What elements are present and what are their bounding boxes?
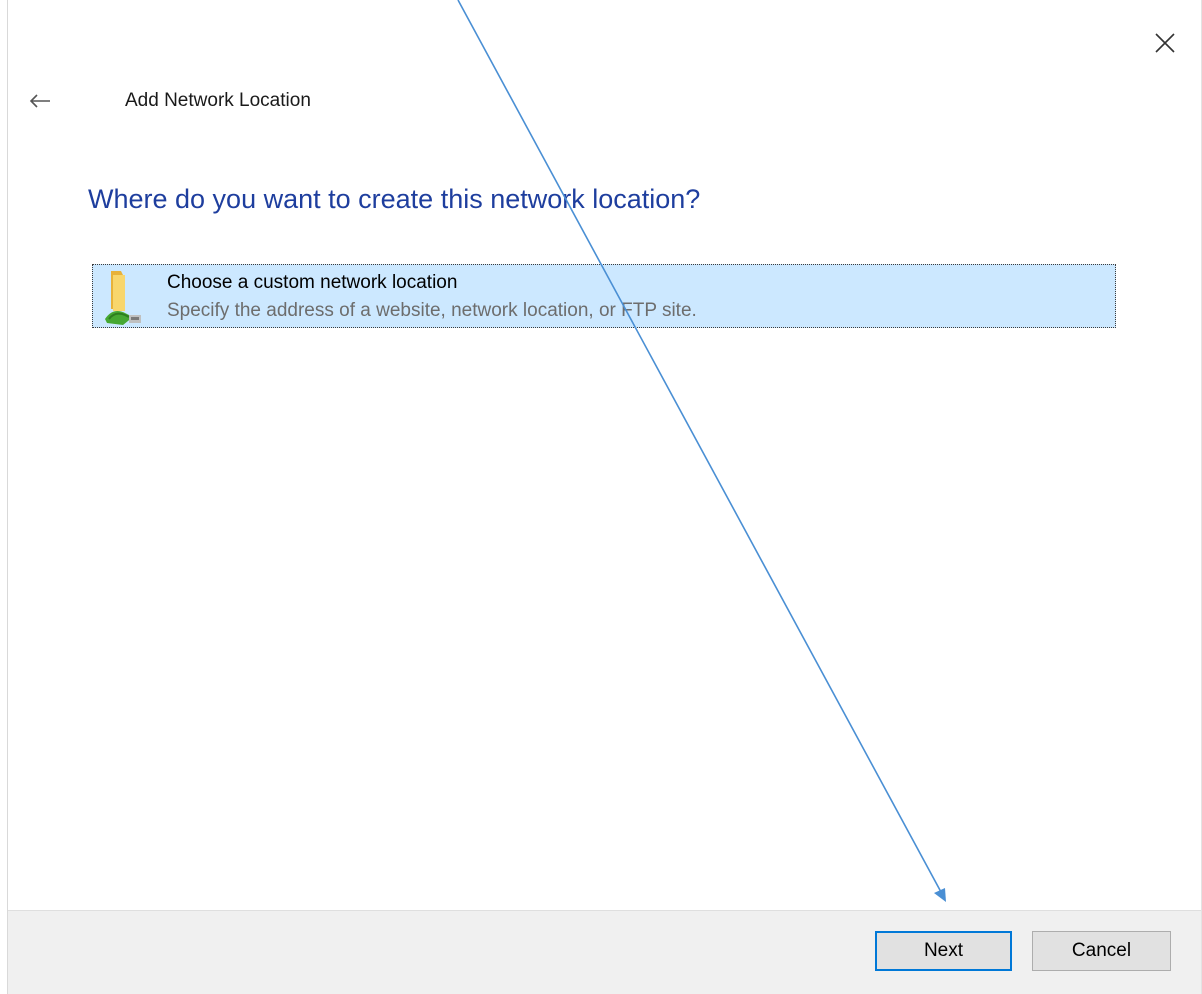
- option-description: Specify the address of a website, networ…: [167, 300, 697, 321]
- option-custom-network-location[interactable]: Choose a custom network location Specify…: [92, 264, 1116, 328]
- close-icon: [1155, 33, 1175, 53]
- next-button[interactable]: Next: [875, 931, 1012, 971]
- window-left-border: [7, 0, 8, 994]
- back-arrow-icon: [29, 94, 50, 108]
- network-folder-icon: [105, 271, 141, 325]
- footer-bar: Next Cancel: [8, 910, 1201, 994]
- window-title: Add Network Location: [125, 90, 311, 111]
- page-heading: Where do you want to create this network…: [88, 184, 701, 214]
- annotation-arrow-line: [457, 0, 942, 893]
- annotation-arrow: [457, 0, 946, 902]
- back-button[interactable]: [22, 84, 58, 118]
- cancel-button[interactable]: Cancel: [1032, 931, 1171, 971]
- annotation-arrowhead: [934, 888, 946, 902]
- add-network-location-window: Add Network Location Where do you want t…: [0, 0, 1202, 994]
- option-title: Choose a custom network location: [167, 272, 458, 293]
- close-button[interactable]: [1148, 26, 1182, 60]
